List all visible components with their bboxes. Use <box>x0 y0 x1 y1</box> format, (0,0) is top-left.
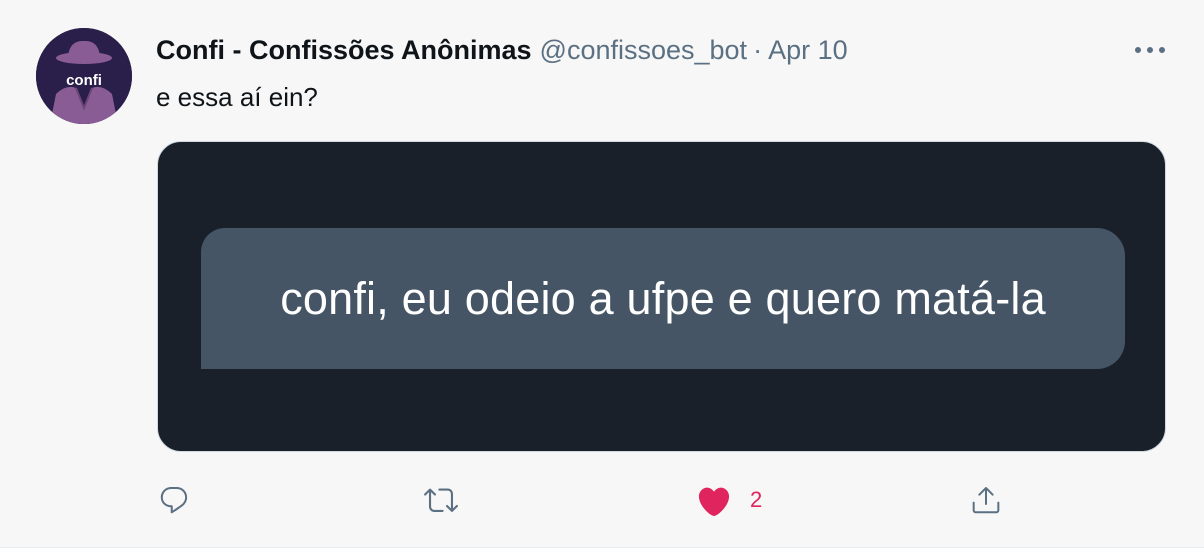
more-options-button[interactable] <box>1130 38 1170 62</box>
tweet-card[interactable]: confi Confi - Confissões Anônimas @confi… <box>0 0 1204 548</box>
share-icon <box>972 487 1000 514</box>
tweet-media-image[interactable]: confi, eu odeio a ufpe e quero matá-la <box>157 141 1166 452</box>
retweet-icon <box>424 488 458 512</box>
reply-button[interactable] <box>158 478 190 522</box>
reply-icon <box>160 486 188 514</box>
like-count: 2 <box>750 487 763 512</box>
heart-icon <box>698 487 730 516</box>
display-name[interactable]: Confi - Confissões Anônimas <box>156 35 532 66</box>
avatar[interactable]: confi <box>36 28 132 124</box>
chat-bubble: confi, eu odeio a ufpe e quero matá-la <box>201 228 1125 369</box>
tweet-text: e essa aí ein? <box>156 82 318 112</box>
chat-bubble-text: confi, eu odeio a ufpe e quero matá-la <box>280 272 1046 324</box>
tweet-date[interactable]: Apr 10 <box>768 35 848 66</box>
user-handle[interactable]: @confissoes_bot <box>540 35 748 66</box>
retweet-button[interactable] <box>424 478 458 522</box>
avatar-label: confi <box>66 72 102 89</box>
separator: · <box>753 34 763 65</box>
more-icon <box>1135 47 1165 53</box>
tweet-header: Confi - Confissões Anônimas @confissoes_… <box>156 32 848 68</box>
share-button[interactable] <box>970 478 1002 522</box>
tweet-actions: 2 <box>0 478 1204 522</box>
like-button[interactable]: 2 <box>696 478 762 522</box>
